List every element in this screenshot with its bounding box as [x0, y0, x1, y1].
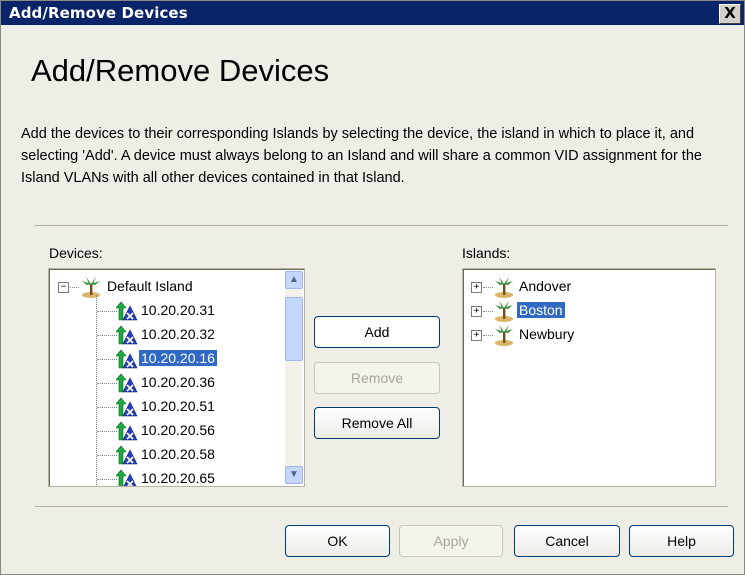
palm-tree-icon — [82, 277, 100, 298]
device-item[interactable]: 10.20.20.36 — [139, 371, 217, 393]
devices-scrollbar[interactable]: ▲ ▼ — [285, 271, 303, 484]
tree-root-default-island[interactable]: − — [58, 275, 69, 297]
islands-label: Islands: — [462, 245, 511, 261]
ok-button[interactable]: OK — [285, 525, 390, 557]
device-icon — [115, 444, 138, 471]
device-item[interactable]: 10.20.20.58 — [139, 443, 217, 465]
cancel-button[interactable]: Cancel — [514, 525, 620, 557]
scroll-up-button[interactable]: ▲ — [285, 271, 303, 289]
device-icon — [115, 300, 138, 327]
palm-tree-icon — [493, 324, 515, 351]
add-remove-devices-dialog: Add/Remove Devices X Add/Remove Devices … — [0, 0, 745, 575]
palm-tree-icon — [493, 276, 515, 303]
title-bar[interactable]: Add/Remove Devices X — [1, 1, 744, 25]
apply-button[interactable]: Apply — [399, 525, 503, 557]
islands-tree[interactable]: + Andover + Boston + Newbury — [462, 268, 716, 487]
device-item[interactable]: 10.20.20.51 — [139, 395, 217, 417]
device-icon — [115, 372, 138, 399]
expand-icon[interactable]: + — [471, 275, 482, 297]
instructions-text: Add the devices to their corresponding I… — [21, 126, 702, 186]
expand-icon[interactable]: + — [471, 323, 482, 345]
device-icon — [115, 396, 138, 423]
tree-root-label[interactable]: Default Island — [105, 275, 195, 297]
add-button[interactable]: Add — [314, 316, 440, 348]
island-item[interactable]: Andover — [517, 275, 573, 297]
devices-tree[interactable]: − Default Island 10.20.20.31 10.20.20.32 1… — [48, 268, 305, 487]
device-item[interactable]: 10.20.20.56 — [139, 419, 217, 441]
device-icon — [115, 324, 138, 351]
device-item[interactable]: 10.20.20.32 — [139, 323, 217, 345]
remove-all-button[interactable]: Remove All — [314, 407, 440, 439]
device-item[interactable]: 10.20.20.31 — [139, 299, 217, 321]
device-item[interactable]: 10.20.20.65 — [139, 467, 217, 486]
remove-button[interactable]: Remove — [314, 362, 440, 394]
devices-label: Devices: — [49, 245, 103, 261]
scroll-down-button[interactable]: ▼ — [285, 466, 303, 484]
page-title: Add/Remove Devices — [31, 53, 330, 88]
collapse-icon[interactable]: − — [58, 281, 69, 293]
device-item[interactable]: 10.20.20.16 — [139, 347, 217, 369]
window-title: Add/Remove Devices — [9, 4, 188, 22]
expand-icon[interactable]: + — [471, 299, 482, 321]
island-item[interactable]: Boston — [517, 299, 565, 321]
scroll-thumb[interactable] — [285, 297, 303, 361]
palm-tree-icon — [493, 300, 515, 327]
help-button[interactable]: Help — [629, 525, 734, 557]
device-icon — [115, 348, 138, 375]
close-button[interactable]: X — [719, 4, 741, 24]
device-icon — [115, 468, 138, 486]
island-item[interactable]: Newbury — [517, 323, 576, 345]
device-icon — [115, 420, 138, 447]
